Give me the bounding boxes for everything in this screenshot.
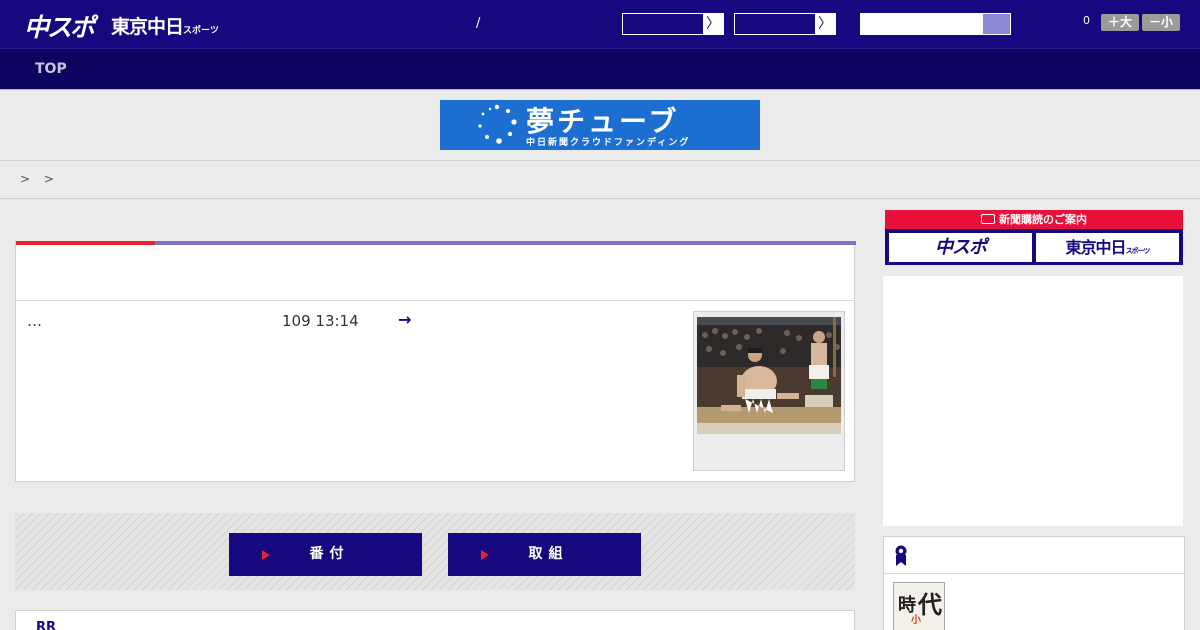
font-smaller-button[interactable]: －小 bbox=[1142, 14, 1180, 31]
chevron-right-icon: 〉 bbox=[815, 14, 835, 34]
article-photo-frame[interactable] bbox=[693, 311, 845, 471]
card-top-bar-accent bbox=[16, 241, 155, 245]
banzuke-button[interactable]: 番付 bbox=[229, 533, 422, 576]
category-select-2[interactable]: 〉 bbox=[734, 13, 836, 35]
sumo-ring-entrance-photo bbox=[697, 317, 841, 434]
arrow-right-icon[interactable]: → bbox=[398, 310, 411, 329]
search-button[interactable] bbox=[983, 14, 1010, 34]
section-card: RR bbox=[15, 610, 855, 630]
search-form bbox=[860, 13, 1011, 35]
category-select-1[interactable]: 〉 bbox=[622, 13, 724, 35]
subscribe-chuspo-link[interactable]: 中スポ bbox=[889, 233, 1032, 262]
divider bbox=[0, 160, 1200, 161]
font-larger-button[interactable]: ＋大 bbox=[1101, 14, 1139, 31]
tokyo-logo-main: 東京中日 bbox=[111, 16, 184, 38]
subscription-box: 新聞購読のご案内 中スポ 東京中日スポーツ bbox=[885, 210, 1183, 265]
tokyo-logo-sub: スポーツ bbox=[183, 26, 219, 36]
subscription-title: 新聞購読のご案内 bbox=[999, 213, 1087, 226]
subscribe-tokyo-link[interactable]: 東京中日スポーツ bbox=[1036, 233, 1179, 262]
nav-item-top[interactable]: TOP bbox=[35, 61, 67, 77]
yume-tube-banner[interactable]: 夢チューブ 中日新聞クラウドファンディング bbox=[440, 100, 760, 150]
tokyo-chunichi-logo[interactable]: 東京中日スポーツ bbox=[111, 12, 219, 39]
divider bbox=[16, 300, 854, 301]
subscription-header[interactable]: 新聞購読のご案内 bbox=[885, 210, 1183, 229]
link-band: 番付 取組 bbox=[15, 513, 855, 590]
ranking-panel: 時 代 小 bbox=[883, 536, 1185, 630]
divider bbox=[0, 198, 1200, 199]
font-size-count: 0 bbox=[1083, 14, 1090, 27]
divider bbox=[884, 573, 1184, 574]
tokyo-link-main: 東京中日 bbox=[1065, 238, 1127, 257]
banner-title: 夢チューブ bbox=[526, 105, 680, 138]
header-separator: / bbox=[476, 16, 481, 31]
award-ribbon-icon bbox=[895, 545, 907, 566]
dots-circle-icon bbox=[478, 104, 517, 144]
article-date: 109 13:14 bbox=[282, 312, 359, 330]
jidai-thumbnail[interactable]: 時 代 小 bbox=[893, 582, 945, 630]
thumb-char-3: 小 bbox=[911, 615, 921, 626]
banzuke-label: 番付 bbox=[309, 546, 350, 562]
photo-image bbox=[697, 317, 841, 434]
chevron-right-icon: 〉 bbox=[703, 14, 723, 34]
section-card-label: RR bbox=[36, 620, 57, 630]
site-header: 中スポ 東京中日スポーツ / 〉 〉 0 ＋大 －小 bbox=[0, 0, 1200, 48]
tokyo-link-sub: スポーツ bbox=[1125, 247, 1151, 255]
banner-subtitle: 中日新聞クラウドファンディング bbox=[526, 138, 691, 148]
chuspo-logo[interactable]: 中スポ bbox=[24, 8, 95, 44]
torikumi-button[interactable]: 取組 bbox=[448, 533, 641, 576]
thumb-char-2: 代 bbox=[918, 591, 942, 619]
card-top-bar bbox=[16, 241, 856, 245]
breadcrumb: > > bbox=[20, 172, 59, 186]
torikumi-label: 取組 bbox=[528, 546, 569, 562]
search-input[interactable] bbox=[861, 14, 983, 34]
article-ellipsis: … bbox=[27, 312, 42, 330]
global-nav: TOP bbox=[0, 48, 1200, 90]
newspaper-icon bbox=[981, 214, 995, 224]
article-card: … 109 13:14 → bbox=[15, 241, 856, 482]
ad-slot bbox=[883, 276, 1183, 526]
